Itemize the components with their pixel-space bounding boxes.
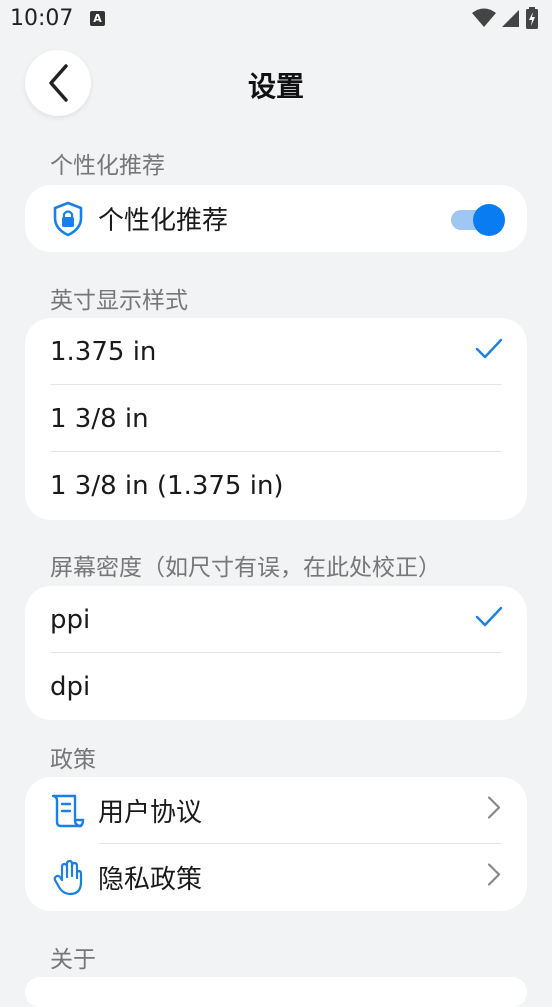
option-label: dpi (50, 671, 91, 702)
status-indicators (472, 7, 538, 29)
chevron-right-icon (487, 862, 501, 893)
status-bar: 10:07 A (0, 0, 552, 38)
signal-icon (502, 10, 519, 27)
status-time: 10:07 (10, 6, 74, 31)
user-agreement-label: 用户协议 (98, 798, 203, 828)
section-label-policy: 政策 (50, 747, 96, 773)
toggle-knob (473, 203, 505, 236)
density-card: ppi dpi (25, 586, 527, 720)
header: 设置 (0, 45, 552, 125)
checkmark-icon (475, 337, 503, 367)
section-label-inch-style: 英寸显示样式 (50, 288, 188, 314)
section-label-density: 屏幕密度（如尺寸有误，在此处校正） (50, 555, 441, 581)
personalization-row: 个性化推荐 (25, 185, 527, 252)
wifi-icon (472, 8, 496, 27)
chevron-right-icon (487, 795, 501, 826)
scroll-document-icon (50, 793, 86, 829)
checkmark-icon (475, 605, 503, 635)
option-label: 1 3/8 in (50, 403, 149, 434)
inch-style-card: 1.375 in 1 3/8 in 1 3/8 in (1.375 in) (25, 318, 527, 520)
privacy-policy-label: 隐私政策 (98, 865, 203, 895)
option-label: ppi (50, 604, 91, 635)
option-label: 1 3/8 in (1.375 in) (50, 470, 284, 501)
battery-icon (526, 7, 538, 29)
hand-icon (50, 859, 86, 896)
option-label: 1.375 in (50, 336, 157, 367)
shield-lock-icon (50, 201, 86, 237)
app-notification-icon: A (90, 11, 105, 26)
personalization-toggle[interactable] (451, 203, 505, 236)
personalization-label: 个性化推荐 (98, 206, 229, 236)
inch-option-fraction[interactable]: 1 3/8 in (25, 385, 527, 452)
inch-option-both[interactable]: 1 3/8 in (1.375 in) (25, 452, 527, 519)
user-agreement-row[interactable]: 用户协议 (25, 777, 527, 844)
policy-card: 用户协议 隐私政策 (25, 777, 527, 911)
inch-option-decimal[interactable]: 1.375 in (25, 318, 527, 385)
page-title: 设置 (247, 70, 304, 103)
density-option-ppi[interactable]: ppi (25, 586, 527, 653)
section-label-personalization: 个性化推荐 (50, 153, 165, 179)
personalization-card: 个性化推荐 (25, 185, 527, 252)
section-label-about: 关于 (50, 947, 96, 973)
privacy-policy-row[interactable]: 隐私政策 (25, 844, 527, 911)
about-card (25, 977, 527, 1007)
density-option-dpi[interactable]: dpi (25, 653, 527, 720)
